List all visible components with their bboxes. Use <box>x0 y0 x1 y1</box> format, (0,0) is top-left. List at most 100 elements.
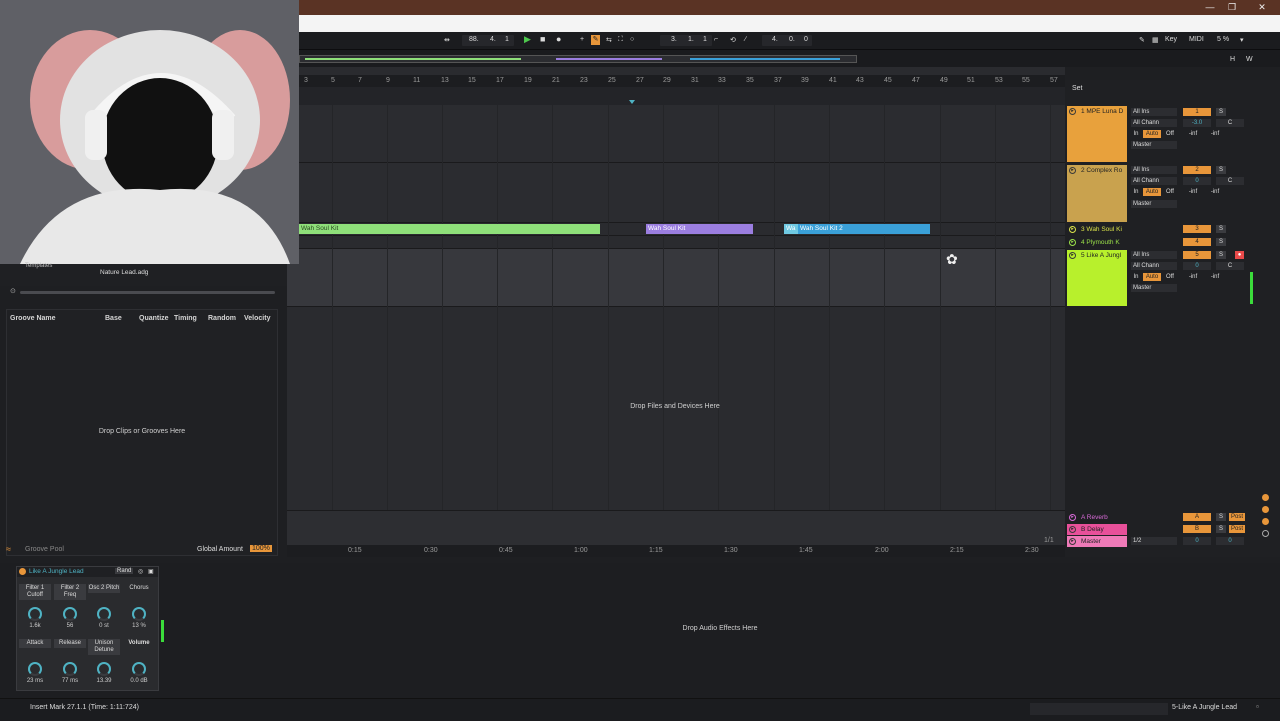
volume-field[interactable]: 0 <box>1183 262 1211 270</box>
solo-button[interactable]: S <box>1216 166 1226 174</box>
preview-icon[interactable]: ⊙ <box>10 287 16 295</box>
track-header-3[interactable]: ▸ 3 Wah Soul Ki <box>1067 224 1127 235</box>
monitor-in-button[interactable]: In <box>1131 273 1141 281</box>
tempo-value[interactable]: 88. <box>469 36 479 43</box>
master-track[interactable]: ▸ Master <box>1067 536 1127 547</box>
input-channel-select[interactable]: All Chann <box>1131 177 1177 185</box>
post-button[interactable]: Post <box>1229 513 1245 521</box>
grid-icon[interactable]: ▦ <box>1152 36 1159 44</box>
track-name[interactable]: 2 Complex Ro <box>1081 167 1122 174</box>
macro-knob[interactable] <box>132 607 146 621</box>
set-label[interactable]: Set <box>1072 85 1083 92</box>
fold-icon[interactable] <box>1262 518 1269 525</box>
column-header[interactable]: Timing <box>174 315 197 322</box>
arrangement-clip[interactable]: Wa <box>784 224 798 234</box>
macro-label[interactable]: Release <box>54 639 86 648</box>
restore-button[interactable]: ❐ <box>1222 0 1242 15</box>
show-hide-h[interactable]: H <box>1230 56 1235 63</box>
track-header-2[interactable]: ▸ 2 Complex Ro <box>1067 165 1127 222</box>
track-activator-icon[interactable]: ▸ <box>1069 252 1076 259</box>
minimize-button[interactable]: — <box>1200 0 1220 15</box>
track-header-1[interactable]: ▸ 1 MPE Luna D <box>1067 106 1127 162</box>
solo-button[interactable]: S <box>1216 513 1226 521</box>
loop-icon[interactable]: ⟲ <box>730 36 736 44</box>
track-activator-icon[interactable]: ▸ <box>1069 538 1076 545</box>
position-beat[interactable]: 1. <box>688 36 694 43</box>
input-type-select[interactable]: All Ins <box>1131 108 1177 116</box>
return-track-a[interactable]: ▸ A Reverb <box>1067 512 1127 523</box>
solo-button[interactable]: S <box>1216 108 1226 116</box>
browser-item[interactable]: Nature Lead.adg <box>100 269 148 276</box>
macro-label[interactable]: Unison Detune <box>88 639 120 655</box>
output-select[interactable]: Master <box>1131 284 1177 292</box>
arrangement-clip[interactable]: Wah Soul Kit <box>299 224 600 234</box>
fold-icon[interactable] <box>1262 494 1269 501</box>
pan-field[interactable]: C <box>1216 119 1244 127</box>
track-name[interactable]: 1 MPE Luna D <box>1081 108 1123 115</box>
instrument-rack[interactable]: Like A Jungle Lead Rand ◎ ▣ Filter 1 Cut… <box>16 566 159 691</box>
fold-icon[interactable] <box>1262 530 1269 537</box>
loop-length-sixteenth[interactable]: 0 <box>804 36 808 43</box>
column-header[interactable]: Quantize <box>139 315 169 322</box>
record-arm-icon[interactable]: ● <box>1235 251 1244 259</box>
master-volume-field[interactable]: 0 <box>1183 537 1211 545</box>
draw-icon[interactable]: ✎ <box>1139 36 1145 44</box>
track-name[interactable]: B Delay <box>1081 526 1104 533</box>
macro-knob[interactable] <box>63 607 77 621</box>
solo-button[interactable]: S <box>1216 525 1226 533</box>
track-name[interactable]: 3 Wah Soul Ki <box>1081 226 1122 233</box>
track-activator-icon[interactable]: ▸ <box>1069 514 1076 521</box>
track-activator-icon[interactable]: ▸ <box>1069 226 1076 233</box>
track-activator[interactable]: 3 <box>1183 225 1211 233</box>
track-header-5[interactable]: ▸ 5 Like A Jungl <box>1067 250 1127 306</box>
draw-mode-icon[interactable]: ∕ <box>745 36 746 43</box>
rack-title-bar[interactable]: Like A Jungle Lead Rand ◎ ▣ <box>17 567 158 577</box>
tap-tempo-icon[interactable]: ⇹ <box>444 36 450 44</box>
pan-field[interactable]: C <box>1216 177 1244 185</box>
play-button[interactable]: ▶ <box>524 34 531 45</box>
pan-field[interactable]: C <box>1216 262 1244 270</box>
macro-label[interactable]: Filter 1 Cutoff <box>19 584 51 600</box>
volume-field[interactable]: -3.0 <box>1183 119 1211 127</box>
show-hide-w[interactable]: W <box>1246 56 1253 63</box>
loop-length-bar[interactable]: 4. <box>772 36 778 43</box>
track-activator[interactable]: 2 <box>1183 166 1211 174</box>
signature-denominator[interactable]: 1 <box>505 36 509 43</box>
midi-map-button[interactable]: MIDI <box>1189 36 1204 43</box>
browser-category[interactable]: Templates <box>25 263 52 269</box>
monitor-in-button[interactable]: In <box>1131 130 1141 138</box>
input-type-select[interactable]: All Ins <box>1131 251 1177 259</box>
track-name[interactable]: A Reverb <box>1081 514 1108 521</box>
beat-ruler[interactable]: 3 5 7 9 11 13 15 17 19 21 23 25 27 29 31… <box>287 75 1065 87</box>
track-activator[interactable]: A <box>1183 513 1211 521</box>
track-lane-2[interactable] <box>287 163 1065 223</box>
column-header[interactable]: Groove Name <box>10 315 56 322</box>
monitor-auto-button[interactable]: Auto <box>1143 188 1161 196</box>
monitor-auto-button[interactable]: Auto <box>1143 130 1161 138</box>
input-channel-select[interactable]: All Chann <box>1131 119 1177 127</box>
track-activator-icon[interactable]: ▸ <box>1069 108 1076 115</box>
close-button[interactable]: ✕ <box>1252 0 1272 15</box>
rand-button[interactable]: Rand <box>115 568 134 574</box>
stop-button[interactable]: ■ <box>540 34 545 44</box>
macro-label[interactable]: Filter 2 Freq <box>54 584 86 600</box>
track-lane-1[interactable] <box>287 105 1065 163</box>
macro-knob[interactable] <box>28 607 42 621</box>
position-sixteenth[interactable]: 1 <box>703 36 707 43</box>
device-view[interactable]: Drop Audio Effects Here <box>0 563 1280 698</box>
macro-label[interactable]: Volume <box>123 639 155 648</box>
solo-button[interactable]: S <box>1216 225 1226 233</box>
groove-hotswap-icon[interactable]: ≈ <box>6 544 11 554</box>
macro-knob[interactable] <box>132 662 146 676</box>
track-name[interactable]: Master <box>1081 538 1101 545</box>
track-activator[interactable]: 1 <box>1183 108 1211 116</box>
track-name[interactable]: 4 Plymouth K <box>1081 239 1120 246</box>
macro-knob[interactable] <box>28 662 42 676</box>
monitor-auto-button[interactable]: Auto <box>1143 273 1161 281</box>
cue-out-select[interactable]: 1/2 <box>1131 537 1177 545</box>
return-track-b[interactable]: ▸ B Delay <box>1067 524 1127 535</box>
selected-track-label[interactable]: 5-Like A Jungle Lead <box>1172 704 1237 711</box>
overdub-icon[interactable]: + <box>580 36 584 43</box>
map-icon[interactable]: ◎ <box>138 568 143 575</box>
macro-knob[interactable] <box>97 607 111 621</box>
